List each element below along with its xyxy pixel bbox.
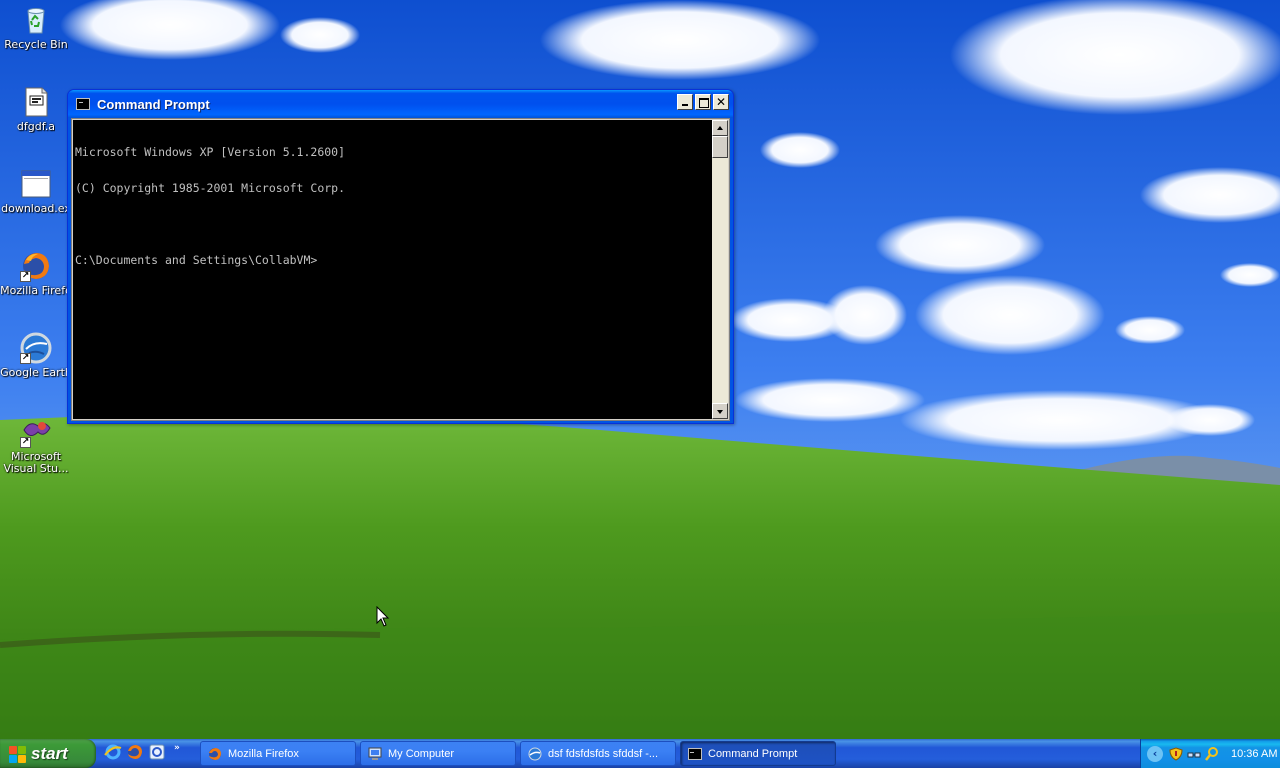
taskbar-button-label: Command Prompt (708, 747, 798, 760)
taskbar-button-mozilla-firefox[interactable]: Mozilla Firefox (200, 741, 356, 766)
cmd-icon (688, 747, 702, 761)
desktop-icon-label: download.ex (1, 203, 71, 215)
desktop-icon-download-exe[interactable]: download.ex (0, 168, 74, 215)
internet-explorer-icon[interactable] (104, 743, 122, 761)
desktop-icon-label-line: Visual Stu... (3, 462, 69, 475)
taskbar-button-my-computer[interactable]: My Computer (360, 741, 516, 766)
taskbar: start » Mozilla Firefox My Computer dsf … (0, 739, 1280, 768)
desktop-icon-mozilla-firefox[interactable]: ↗ Mozilla Firefo (0, 250, 74, 297)
console-prompt-line: C:\Documents and Settings\CollabVM> (75, 253, 318, 267)
caption-buttons: ✕ (677, 94, 729, 110)
security-shield-icon[interactable] (1169, 746, 1183, 761)
desktop-icon-visual-studio[interactable]: ↗ Microsoft Visual Stu... (0, 416, 74, 475)
shortcut-arrow-icon: ↗ (20, 437, 31, 448)
window-titlebar[interactable]: Command Prompt ✕ (68, 90, 733, 118)
start-label: start (31, 743, 68, 763)
search-icon[interactable] (1205, 746, 1219, 761)
desktop-icon-recycle-bin[interactable]: Recycle Bin (0, 4, 74, 51)
vertical-scrollbar[interactable] (712, 120, 728, 419)
show-desktop-icon[interactable] (148, 743, 166, 761)
console-frame: Microsoft Windows XP [Version 5.1.2600] … (71, 118, 730, 421)
command-prompt-window[interactable]: Command Prompt ✕ Microsoft Windows XP [V… (67, 89, 734, 424)
taskbar-button-command-prompt[interactable]: Command Prompt (680, 741, 836, 766)
desktop-icon-label: Recycle Bin (4, 39, 68, 51)
maximize-button[interactable] (695, 94, 711, 110)
desktop-icon-label: Mozilla Firefo (0, 285, 72, 297)
scroll-thumb[interactable] (712, 136, 728, 158)
minimize-button[interactable] (677, 94, 693, 110)
mouse-cursor-icon (376, 605, 390, 628)
taskbar-button-dsf-fdsfdsfds[interactable]: dsf fdsfdsfds sfddsf -... (520, 741, 676, 766)
taskbar-button-label: Mozilla Firefox (228, 747, 299, 760)
console-output[interactable]: Microsoft Windows XP [Version 5.1.2600] … (73, 120, 713, 419)
console-line: (C) Copyright 1985-2001 Microsoft Corp. (75, 181, 346, 195)
taskbar-button-label: My Computer (388, 747, 455, 760)
firefox-icon (208, 747, 222, 761)
google-earth-icon: ↗ (20, 332, 52, 364)
system-tray: ‹ 10:36 AM (1140, 739, 1280, 768)
desktop-icon-google-earth[interactable]: ↗ Google Earth (0, 332, 74, 379)
exe-window-icon (20, 168, 52, 200)
close-icon: ✕ (715, 95, 727, 109)
desktop-icon-dfgdf[interactable]: dfgdf.a (0, 86, 74, 133)
window-title: Command Prompt (97, 96, 210, 112)
my-computer-icon (368, 747, 382, 761)
console-line: Microsoft Windows XP [Version 5.1.2600] (75, 145, 346, 159)
firefox-icon: ↗ (20, 250, 52, 282)
cmd-icon (76, 98, 90, 110)
earth-icon (528, 747, 542, 761)
network-icon[interactable] (1187, 747, 1201, 761)
clock[interactable]: 10:36 AM (1231, 748, 1277, 760)
scroll-up-button[interactable] (712, 120, 728, 136)
desktop-icon-label: dfgdf.a (16, 121, 56, 133)
file-icon (20, 86, 52, 118)
shortcut-arrow-icon: ↗ (20, 353, 31, 364)
shortcut-arrow-icon: ↗ (20, 271, 31, 282)
desktop-icon-label: Google Earth (0, 367, 72, 379)
taskbar-button-label: dsf fdsfdsfds sfddsf -... (548, 747, 659, 760)
firefox-icon[interactable] (126, 743, 144, 761)
desktop-icon-label: Microsoft Visual Stu... (3, 451, 68, 475)
visual-studio-icon: ↗ (20, 416, 52, 448)
show-hidden-icons-button[interactable]: ‹ (1147, 745, 1163, 762)
close-button[interactable]: ✕ (713, 94, 729, 110)
quick-launch-chevron-icon[interactable]: » (174, 743, 180, 753)
windows-logo-icon (8, 745, 26, 763)
scroll-down-button[interactable] (712, 403, 728, 419)
start-button[interactable]: start (0, 739, 96, 768)
recycle-bin-icon (20, 4, 52, 36)
quick-launch-bar: » (104, 743, 180, 761)
